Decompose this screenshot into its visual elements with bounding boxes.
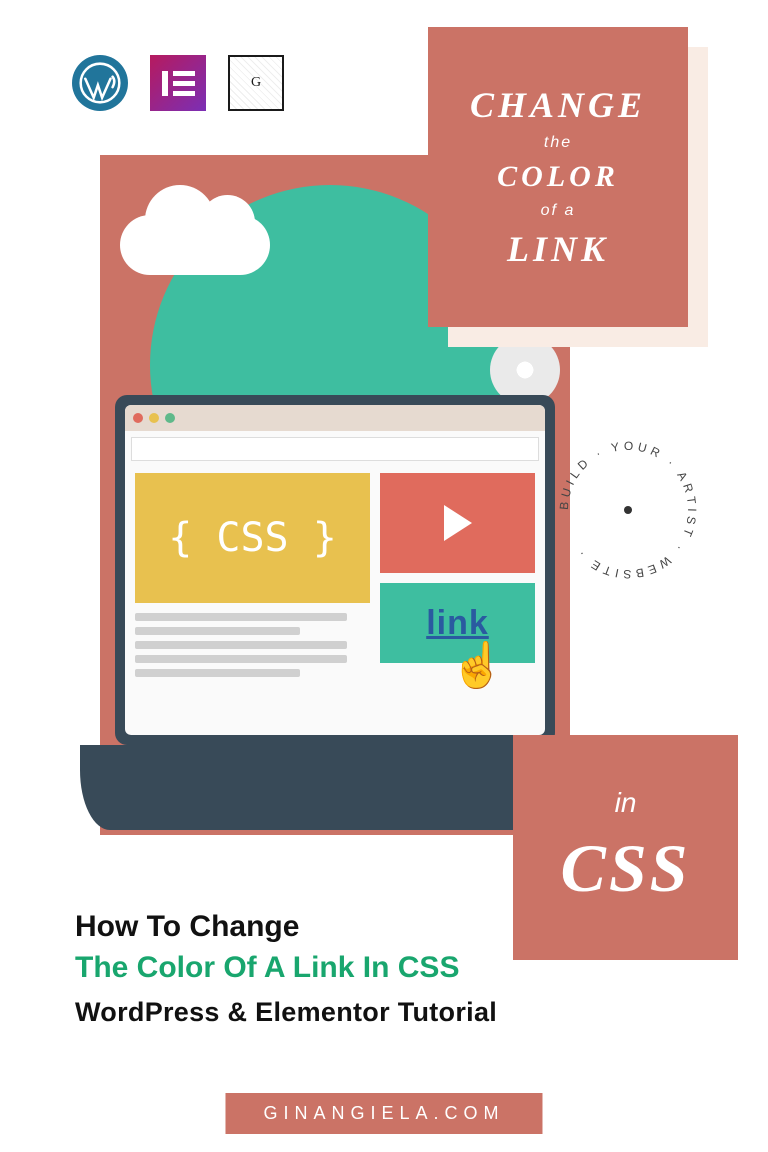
title-panel-bottom: in CSS [513, 735, 738, 960]
site-credit-bar: GINANGIELA.COM [225, 1093, 542, 1134]
site-credit-text: GINANGIELA.COM [263, 1103, 504, 1123]
window-dot-green [165, 413, 175, 423]
panel-word: the [544, 134, 572, 152]
window-dot-red [133, 413, 143, 423]
circular-text-badge: BUILD · YOUR · ARTIST · WEBSITE · [548, 430, 708, 590]
text-lines-placeholder [135, 613, 370, 677]
elementor-icon [150, 55, 206, 111]
panel-word: CSS [561, 829, 691, 908]
link-button-illustration: link ☝ [380, 583, 535, 663]
header-icon-row: G [72, 55, 284, 111]
title-line-1: How To Change [75, 910, 497, 944]
title-line-3: WordPress & Elementor Tutorial [75, 997, 497, 1028]
css-badge-text: { CSS } [168, 515, 337, 561]
pointer-hand-icon: ☝ [450, 639, 505, 691]
panel-word: LINK [507, 228, 609, 270]
panel-word: CHANGE [470, 84, 646, 126]
article-title: How To Change The Color Of A Link In CSS… [75, 910, 497, 1028]
play-icon [444, 505, 472, 541]
link-label: link [426, 604, 489, 643]
panel-word: of a [541, 202, 576, 220]
wordpress-icon [72, 55, 128, 111]
title-line-2: The Color Of A Link In CSS [75, 948, 497, 989]
title-panel-top: CHANGE the COLOR of a LINK [428, 27, 688, 327]
laptop-screen: { CSS } link ☝ [115, 395, 555, 745]
panel-word: in [615, 787, 637, 819]
window-dot-yellow [149, 413, 159, 423]
css-badge: { CSS } [135, 473, 370, 603]
browser-address-bar [131, 437, 539, 461]
ginangiela-icon: G [228, 55, 284, 111]
g-letter: G [251, 75, 261, 91]
browser-window: { CSS } link ☝ [125, 405, 545, 735]
cloud-icon [120, 215, 270, 275]
video-thumbnail [380, 473, 535, 573]
browser-titlebar [125, 405, 545, 431]
panel-word: COLOR [497, 160, 619, 194]
